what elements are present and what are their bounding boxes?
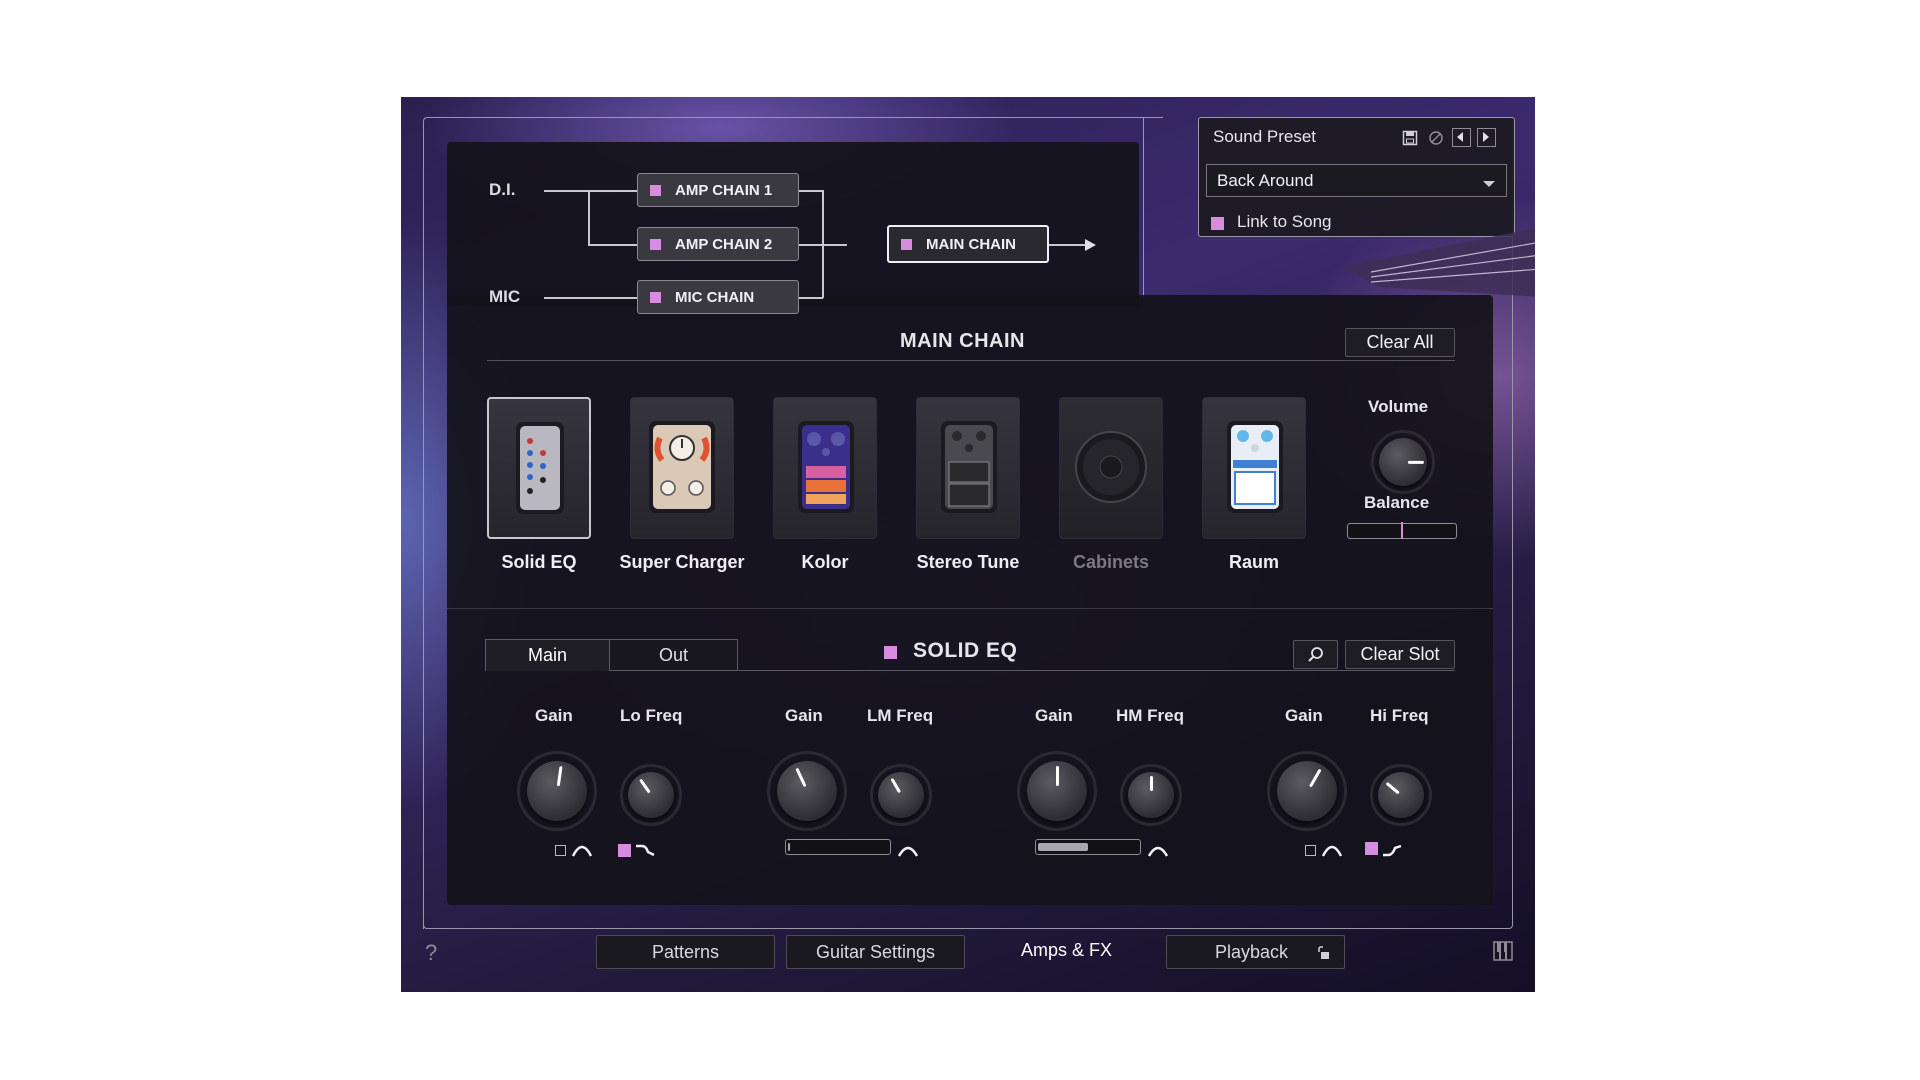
pedal-slot-super-charger[interactable]: [630, 397, 734, 539]
peak-shape-icon: [1147, 846, 1169, 857]
band2-gain-label: Gain: [785, 706, 823, 725]
tab-guitar-settings[interactable]: Guitar Settings: [786, 935, 965, 969]
di-label: D.I.: [489, 180, 516, 199]
chevron-down-icon: [1482, 176, 1496, 194]
bell-shape-icon: [571, 845, 593, 857]
pedal-slot-solid-eq[interactable]: [487, 397, 591, 539]
search-icon: [1307, 646, 1323, 662]
kolor-pedal-icon: [798, 421, 854, 513]
band4-freq-knob[interactable]: [1378, 772, 1424, 818]
pedal-name-solid-eq: Solid EQ: [501, 552, 577, 572]
raum-pedal-icon: [1227, 421, 1283, 513]
band1-gain-label: Gain: [535, 706, 573, 725]
sound-preset-panel: Sound Preset Back Around Link to Song: [1198, 117, 1515, 237]
main-chain-button[interactable]: MAIN CHAIN: [887, 225, 1049, 263]
next-preset-button[interactable]: [1477, 128, 1496, 147]
mic-chain-button[interactable]: MIC CHAIN: [637, 280, 799, 314]
main-chain-indicator: [901, 238, 912, 250]
band2-freq-knob[interactable]: [878, 772, 924, 818]
tab-playback-label: Playback: [1215, 941, 1289, 962]
band3-gain-knob[interactable]: [1027, 761, 1087, 821]
editor-title: SOLID EQ: [913, 639, 1018, 662]
band4-gain-knob[interactable]: [1277, 761, 1337, 821]
plugin-window: Sound Preset Back Around Link to Song D.…: [401, 97, 1535, 992]
band3-freq-label: HM Freq: [1116, 706, 1184, 725]
pedal-name-stereo-tune: Stereo Tune: [916, 552, 1020, 572]
link-to-song-checkbox[interactable]: [1211, 217, 1224, 230]
save-icon[interactable]: [1402, 130, 1418, 146]
band2-q-slider[interactable]: [785, 839, 891, 855]
help-icon[interactable]: ?: [425, 940, 437, 966]
pedal-slot-stereo-tune[interactable]: [916, 397, 1020, 539]
peak-shape-icon: [897, 846, 919, 857]
balance-thumb[interactable]: [1401, 522, 1403, 539]
link-to-song-label: Link to Song: [1237, 212, 1332, 231]
high-shelf-icon: [1383, 844, 1402, 857]
band4-gain-label: Gain: [1285, 706, 1323, 725]
band1-shelf-toggle[interactable]: [618, 844, 631, 857]
balance-slider[interactable]: [1347, 522, 1457, 539]
pedal-name-super-charger: Super Charger: [619, 552, 745, 572]
band4-gain-toggle[interactable]: [1305, 845, 1316, 856]
amp-chain-2-button[interactable]: AMP CHAIN 2: [637, 227, 799, 261]
mic-chain-indicator: [650, 291, 661, 303]
super-charger-pedal-icon: [649, 421, 715, 513]
stereo-tune-pedal-icon: [941, 421, 997, 513]
mic-label: MIC: [489, 287, 521, 306]
band1-gain-knob[interactable]: [527, 761, 587, 821]
band1-gain-toggle[interactable]: [555, 845, 566, 856]
clear-all-button[interactable]: Clear All: [1345, 328, 1455, 357]
amp-chain-2-label: AMP CHAIN 2: [675, 235, 773, 253]
speaker-icon: [1075, 431, 1147, 503]
volume-knob[interactable]: [1379, 438, 1427, 486]
band4-freq-label: Hi Freq: [1370, 706, 1429, 725]
band3-freq-knob[interactable]: [1128, 772, 1174, 818]
band3-q-slider[interactable]: [1035, 839, 1141, 855]
pedal-slot-kolor[interactable]: [773, 397, 877, 539]
tab-playback[interactable]: Playback: [1166, 935, 1345, 969]
main-chain-label: MAIN CHAIN: [926, 235, 1016, 253]
pedal-name-kolor: Kolor: [801, 552, 849, 572]
band3-gain-label: Gain: [1035, 706, 1073, 725]
pedal-name-raum: Raum: [1228, 552, 1279, 572]
band2-gain-knob[interactable]: [777, 761, 837, 821]
delete-icon[interactable]: [1428, 130, 1444, 146]
main-chain-title: MAIN CHAIN: [900, 330, 1025, 352]
lock-icon: [1318, 946, 1329, 959]
search-button[interactable]: [1293, 640, 1338, 669]
tab-patterns[interactable]: Patterns: [596, 935, 775, 969]
band1-freq-knob[interactable]: [628, 772, 674, 818]
preset-selected: Back Around: [1217, 171, 1314, 190]
solid-eq-enable-toggle[interactable]: [884, 646, 897, 659]
band1-freq-label: Lo Freq: [620, 706, 683, 725]
amp-chain-1-button[interactable]: AMP CHAIN 1: [637, 173, 799, 207]
arrow-right-icon: [1085, 239, 1096, 251]
amp-chain-2-indicator: [650, 238, 661, 250]
bell-shape-icon: [1321, 845, 1343, 857]
mic-chain-label: MIC CHAIN: [675, 288, 755, 306]
preset-title: Sound Preset: [1213, 127, 1317, 146]
band4-shelf-toggle[interactable]: [1365, 842, 1378, 855]
volume-label: Volume: [1368, 397, 1429, 416]
amp-chain-1-label: AMP CHAIN 1: [675, 181, 773, 199]
keyboard-icon[interactable]: [1493, 941, 1513, 961]
low-shelf-icon: [636, 844, 655, 857]
amp-chain-1-indicator: [650, 184, 661, 196]
band2-freq-label: LM Freq: [867, 706, 934, 725]
pedal-name-cabinets: Cabinets: [1072, 552, 1150, 572]
balance-label: Balance: [1364, 493, 1430, 512]
preset-dropdown[interactable]: Back Around: [1206, 164, 1507, 197]
tab-amps-fx[interactable]: Amps & FX: [977, 929, 1156, 971]
prev-preset-button[interactable]: [1452, 128, 1471, 147]
pedal-slot-raum[interactable]: [1202, 397, 1306, 539]
tab-out[interactable]: Out: [609, 639, 738, 671]
clear-slot-button[interactable]: Clear Slot: [1345, 640, 1455, 669]
pedal-slot-cabinets[interactable]: [1059, 397, 1163, 539]
solid-eq-pedal-icon: [516, 422, 564, 514]
tab-main[interactable]: Main: [485, 639, 610, 671]
